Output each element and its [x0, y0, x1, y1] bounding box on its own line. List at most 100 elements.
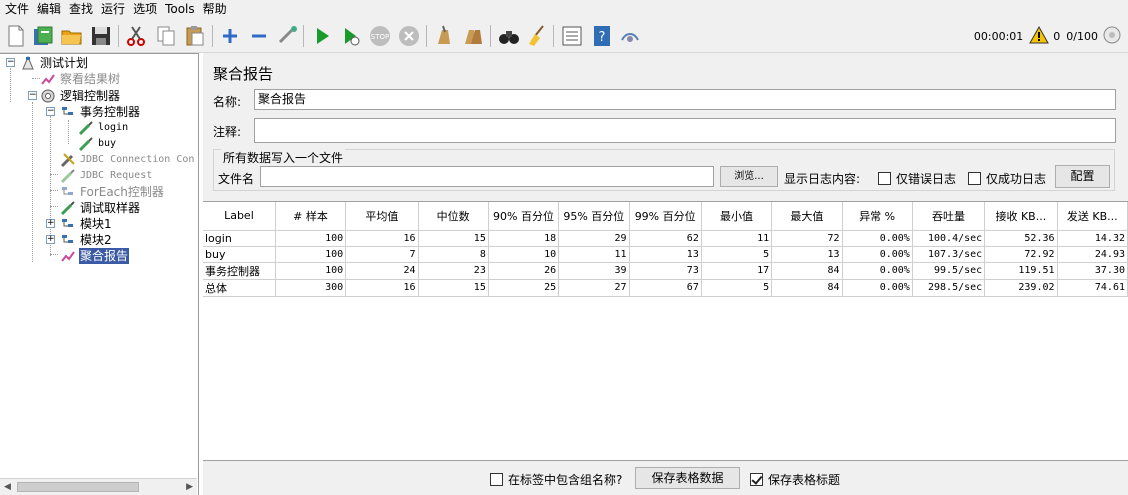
column-header[interactable]: 异常 %: [842, 202, 913, 231]
table-row[interactable]: buy 100 7 8 10 11 13 5 13 0.00% 107.3/se…: [203, 246, 1128, 263]
checkbox-box[interactable]: [878, 172, 891, 185]
copy-icon[interactable]: [154, 24, 178, 48]
cut-icon[interactable]: [124, 24, 148, 48]
menu-run[interactable]: 运行: [98, 0, 130, 19]
browse-button[interactable]: 浏览...: [720, 166, 778, 187]
column-header[interactable]: 吞吐量: [912, 202, 986, 231]
menu-edit[interactable]: 编辑: [34, 0, 66, 19]
function-helper-icon[interactable]: [560, 24, 584, 48]
remote-icon[interactable]: [618, 24, 642, 48]
column-header[interactable]: 95% 百分位: [558, 202, 630, 231]
menu-tools[interactable]: Tools: [162, 0, 200, 19]
tree-node-debug-sampler[interactable]: 调试取样器: [60, 200, 141, 216]
table-cell: 18: [488, 230, 560, 247]
aggregate-results-table[interactable]: Label # 样本 平均值 中位数 90% 百分位 95% 百分位 99% 百…: [203, 201, 1128, 461]
errors-only-checkbox[interactable]: 仅错误日志: [878, 170, 956, 187]
table-row[interactable]: login 100 16 15 18 29 62 11 72 0.00% 100…: [203, 230, 1128, 247]
table-cell: login: [203, 230, 276, 247]
templates-icon[interactable]: [31, 24, 55, 48]
clear-icon[interactable]: [432, 24, 456, 48]
tree-horizontal-scrollbar[interactable]: ◀ ▶: [0, 478, 197, 495]
tree-node-foreach-controller[interactable]: ForEach控制器: [60, 184, 165, 200]
paste-icon[interactable]: [183, 24, 207, 48]
tree-node-label: 模块1: [80, 217, 112, 231]
test-plan-tree[interactable]: − 测试计划 察看结果树 − 逻辑控制器 − 事务控制器 login buy J…: [0, 54, 197, 478]
tree-node-label: 逻辑控制器: [60, 89, 121, 103]
table-header-row: Label # 样本 平均值 中位数 90% 百分位 95% 百分位 99% 百…: [203, 202, 1128, 231]
controller-icon: [62, 219, 73, 227]
tree-node-label: JDBC Request: [80, 170, 153, 181]
column-header[interactable]: 发送 KB...: [1057, 202, 1128, 231]
tree-node-module2[interactable]: 模块2: [60, 232, 113, 248]
table-cell: 16: [345, 279, 419, 297]
scroll-right-arrow-icon[interactable]: ▶: [186, 482, 193, 492]
table-cell: 事务控制器: [203, 262, 276, 280]
collapse-all-icon[interactable]: [247, 24, 271, 48]
comment-input[interactable]: [254, 118, 1116, 143]
column-header[interactable]: 中位数: [418, 202, 489, 231]
clear-all-icon[interactable]: [461, 24, 485, 48]
filename-input[interactable]: [260, 166, 714, 187]
checkbox-box[interactable]: [490, 473, 503, 486]
table-cell: 7: [345, 246, 419, 263]
name-input[interactable]: 聚合报告: [254, 89, 1116, 110]
table-cell: 24.93: [1057, 246, 1128, 263]
active-threads: 0/100: [1066, 29, 1098, 43]
menu-options[interactable]: 选项: [130, 0, 162, 19]
errors-only-label: 仅错误日志: [896, 172, 957, 186]
scroll-left-arrow-icon[interactable]: ◀: [4, 482, 11, 492]
start-icon[interactable]: [310, 24, 334, 48]
include-group-name-checkbox[interactable]: 在标签中包含组名称?: [490, 471, 622, 488]
save-icon[interactable]: [89, 24, 113, 48]
toggle-icon[interactable]: [276, 24, 300, 48]
column-header[interactable]: 最大值: [771, 202, 843, 231]
tree-node-jdbc-request[interactable]: JDBC Request: [60, 168, 153, 184]
success-only-checkbox[interactable]: 仅成功日志: [968, 170, 1046, 187]
column-header[interactable]: 90% 百分位: [488, 202, 560, 231]
expand-toggle-module2[interactable]: +: [46, 235, 55, 244]
tree-node-module1[interactable]: 模块1: [60, 216, 113, 232]
menu-search[interactable]: 查找: [66, 0, 98, 19]
open-icon[interactable]: [60, 24, 84, 48]
start-no-pause-icon[interactable]: [339, 24, 363, 48]
column-header[interactable]: # 样本: [275, 202, 347, 231]
warning-icon[interactable]: [1029, 25, 1050, 47]
shutdown-icon[interactable]: [397, 24, 421, 48]
checkbox-box[interactable]: [750, 473, 763, 486]
checkbox-box[interactable]: [968, 172, 981, 185]
tree-node-logic-controller[interactable]: 逻辑控制器: [40, 88, 121, 104]
table-row[interactable]: 总体 300 16 15 25 27 67 5 84 0.00% 298.5/s…: [203, 279, 1128, 297]
column-header[interactable]: 平均值: [345, 202, 419, 231]
tree-node-aggregate-report[interactable]: 聚合报告: [60, 248, 130, 264]
save-table-data-button[interactable]: 保存表格数据: [635, 467, 740, 489]
expand-all-icon[interactable]: [218, 24, 242, 48]
configure-button[interactable]: 配置: [1055, 165, 1110, 188]
reset-search-broom-icon[interactable]: [525, 24, 549, 48]
column-header[interactable]: Label: [203, 202, 276, 231]
stop-icon[interactable]: STOP: [368, 24, 392, 48]
tree-node-jdbc-connection[interactable]: JDBC Connection Con: [60, 152, 195, 168]
write-results-title: 所有数据写入一个文件: [221, 149, 346, 166]
menu-file[interactable]: 文件: [2, 0, 34, 19]
column-header[interactable]: 最小值: [701, 202, 773, 231]
save-table-header-checkbox[interactable]: 保存表格标题: [750, 471, 840, 488]
svg-text:STOP: STOP: [371, 33, 389, 41]
tree-node-buy[interactable]: buy: [78, 136, 117, 152]
help-icon[interactable]: ?: [590, 24, 614, 48]
expand-toggle-module1[interactable]: +: [46, 219, 55, 228]
tree-node-test-plan[interactable]: 测试计划: [20, 55, 89, 71]
new-icon[interactable]: [4, 24, 28, 48]
table-row[interactable]: 事务控制器 100 24 23 26 39 73 17 84 0.00% 99.…: [203, 262, 1128, 280]
search-binoculars-icon[interactable]: [497, 24, 521, 48]
tree-node-transaction-controller[interactable]: 事务控制器: [60, 104, 141, 120]
expand-toggle-transaction-controller[interactable]: −: [46, 107, 55, 116]
menu-help[interactable]: 帮助: [200, 0, 232, 19]
expand-toggle-logic-controller[interactable]: −: [28, 91, 37, 100]
tree-node-view-results-tree[interactable]: 察看结果树: [40, 71, 121, 87]
expand-toggle-test-plan[interactable]: −: [6, 58, 15, 67]
config-wrench-icon: [60, 153, 75, 168]
scrollbar-thumb[interactable]: [17, 482, 139, 492]
column-header[interactable]: 接收 KB...: [984, 202, 1058, 231]
tree-node-login[interactable]: login: [78, 120, 129, 136]
column-header[interactable]: 99% 百分位: [629, 202, 702, 231]
